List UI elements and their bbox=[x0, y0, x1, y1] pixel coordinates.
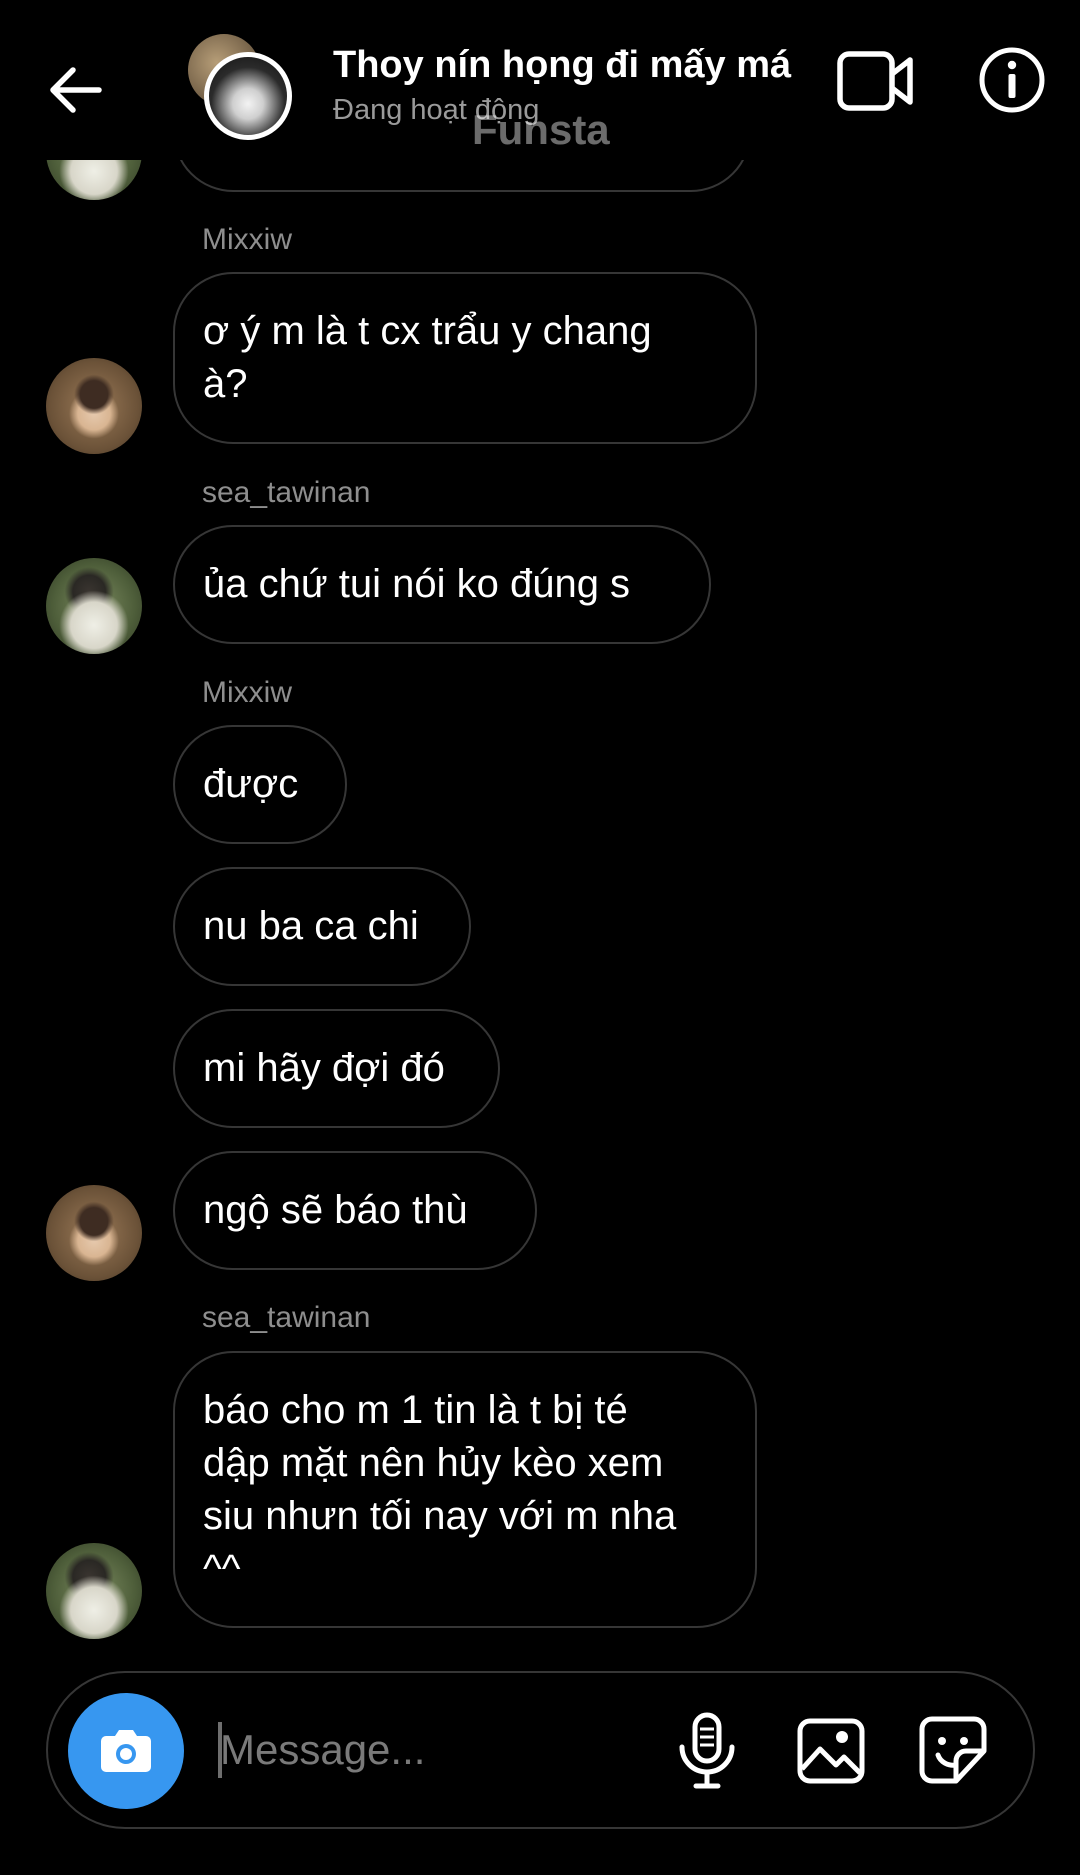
sender-name: Mixxiw bbox=[202, 223, 292, 256]
message-bubble[interactable]: ngộ sẽ báo thù bbox=[173, 1151, 537, 1270]
avatar bbox=[204, 52, 292, 140]
microphone-icon bbox=[679, 1712, 735, 1789]
chat-header: Thoy nín họng đi mấy má Đang hoạt động bbox=[0, 0, 1080, 160]
message-bubble[interactable]: mi hãy đợi đó bbox=[173, 1009, 500, 1128]
arrow-left-icon bbox=[50, 67, 102, 113]
message-text: báo cho m 1 tin là t bị té dập mặt nên h… bbox=[203, 1387, 677, 1591]
avatar[interactable] bbox=[46, 1185, 142, 1281]
message-text: mi hãy đợi đó bbox=[203, 1046, 445, 1090]
avatar[interactable] bbox=[46, 1543, 142, 1639]
chat-title: Thoy nín họng đi mấy má bbox=[333, 44, 792, 86]
camera-button[interactable] bbox=[68, 1693, 184, 1809]
image-icon bbox=[797, 1718, 865, 1784]
video-camera-icon bbox=[837, 51, 913, 111]
sticker-button[interactable] bbox=[918, 1715, 988, 1785]
camera-icon bbox=[101, 1730, 151, 1772]
message-composer bbox=[46, 1671, 1035, 1829]
video-call-button[interactable] bbox=[836, 48, 916, 114]
message-bubble[interactable]: ơ ý m là t cx trẩu y chang à? bbox=[173, 272, 757, 444]
message-text: ơ ý m là t cx trẩu y chang à? bbox=[203, 309, 652, 406]
message-text: ngộ sẽ báo thù bbox=[203, 1188, 468, 1232]
message-input[interactable] bbox=[220, 1717, 700, 1783]
message-text: nu ba ca chi bbox=[203, 904, 419, 948]
sticker-icon bbox=[919, 1716, 987, 1784]
sender-name: sea_tawinan bbox=[202, 1301, 371, 1334]
gallery-button[interactable] bbox=[796, 1717, 866, 1785]
message-bubble[interactable]: ủa chứ tui nói ko đúng s bbox=[173, 525, 711, 644]
back-button[interactable] bbox=[40, 55, 110, 125]
message-list[interactable]: Mixxiw ơ ý m là t cx trẩu y chang à? sea… bbox=[0, 0, 1080, 1660]
sender-name: sea_tawinan bbox=[202, 476, 371, 509]
avatar[interactable] bbox=[46, 358, 142, 454]
voice-message-button[interactable] bbox=[674, 1711, 740, 1791]
group-avatar[interactable] bbox=[188, 34, 293, 140]
message-bubble[interactable]: báo cho m 1 tin là t bị té dập mặt nên h… bbox=[173, 1351, 757, 1628]
sender-name: Mixxiw bbox=[202, 676, 292, 709]
info-icon bbox=[979, 47, 1045, 113]
info-button[interactable] bbox=[978, 46, 1046, 114]
chat-title-block[interactable]: Thoy nín họng đi mấy má Đang hoạt động bbox=[333, 42, 803, 128]
message-bubble[interactable]: được bbox=[173, 725, 347, 844]
active-status: Đang hoạt động bbox=[333, 94, 540, 126]
avatar[interactable] bbox=[46, 558, 142, 654]
message-bubble[interactable]: nu ba ca chi bbox=[173, 867, 471, 986]
message-text: ủa chứ tui nói ko đúng s bbox=[203, 562, 631, 606]
message-text: được bbox=[203, 762, 299, 806]
